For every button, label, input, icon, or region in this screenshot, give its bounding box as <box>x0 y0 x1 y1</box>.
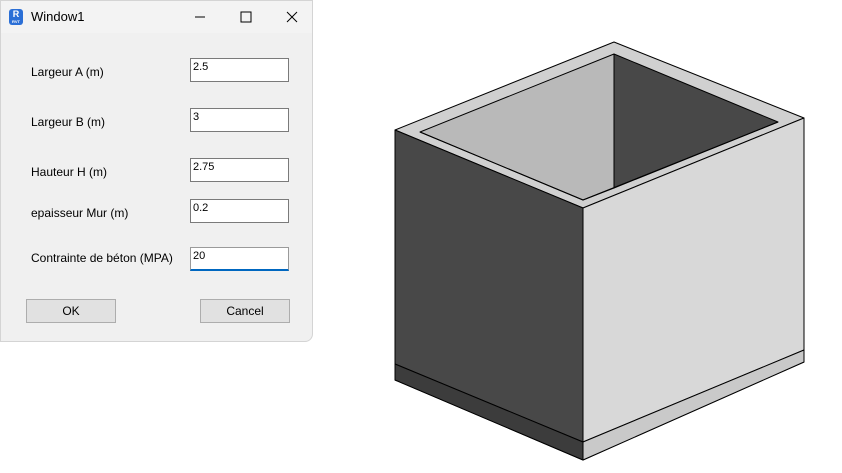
close-icon <box>286 11 298 23</box>
largeur-b-input[interactable] <box>190 108 289 132</box>
label-contrainte-beton: Contrainte de béton (MPA) <box>31 251 173 265</box>
maximize-icon <box>240 11 252 23</box>
ok-button[interactable]: OK <box>26 299 116 323</box>
contrainte-beton-input[interactable] <box>190 247 289 271</box>
minimize-icon <box>195 16 205 18</box>
label-largeur-b: Largeur B (m) <box>31 115 106 129</box>
hauteur-h-input[interactable] <box>190 158 289 182</box>
label-epaisseur-mur: epaisseur Mur (m) <box>31 206 129 220</box>
app-icon-letter: R <box>12 9 20 19</box>
label-largeur-a: Largeur A (m) <box>31 65 104 79</box>
label-hauteur-h: Hauteur H (m) <box>31 165 108 179</box>
concrete-box-model <box>394 41 805 461</box>
dialog-window: R RVT Window1 Largeur A (m) Largeur B (m… <box>0 0 313 342</box>
revit-app-icon: R RVT <box>9 9 23 25</box>
epaisseur-mur-input[interactable] <box>190 199 289 223</box>
close-button[interactable] <box>269 1 315 33</box>
app-icon-sub: RVT <box>12 19 20 24</box>
maximize-button[interactable] <box>223 1 269 33</box>
minimize-button[interactable] <box>177 1 223 33</box>
cancel-button[interactable]: Cancel <box>200 299 290 323</box>
largeur-a-input[interactable] <box>190 58 289 82</box>
title-bar[interactable]: R RVT Window1 <box>1 1 312 33</box>
window-title: Window1 <box>31 9 85 24</box>
